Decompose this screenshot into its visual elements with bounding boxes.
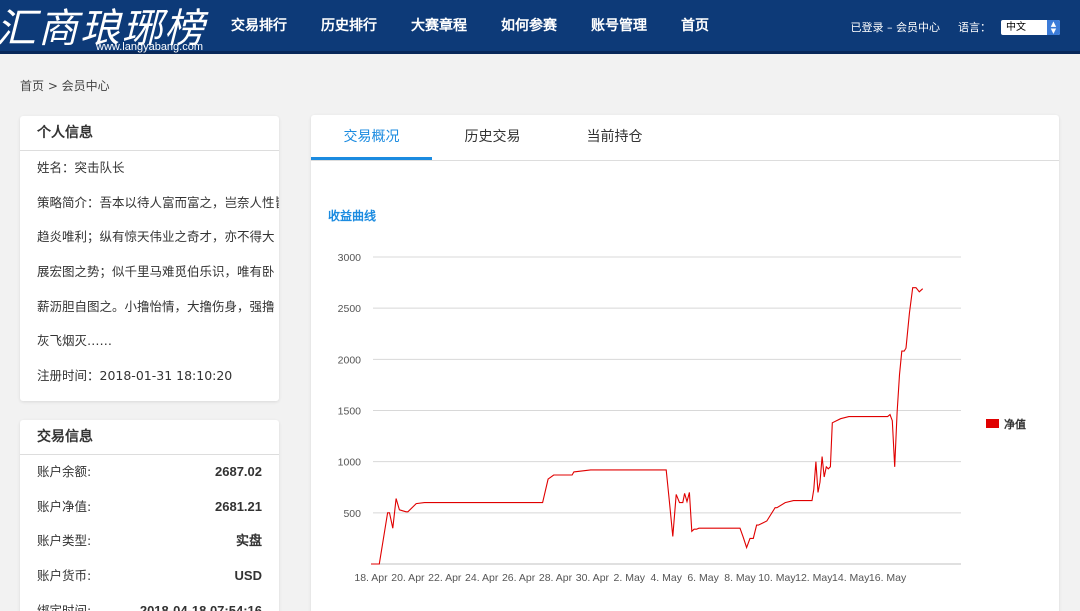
language-select[interactable]: 中文 ▲ ▼ [1001,19,1060,35]
nav-account-management[interactable]: 账号管理 [574,0,664,54]
trade-info-card: 交易信息 账户余额: 2687.02 账户净值: 2681.21 账户类型: 实盘 账… [20,420,279,611]
y-tick-label: 1000 [338,457,362,469]
nav-how-to-join[interactable]: 如何参赛 [484,0,574,54]
trade-row-currency: 账户货币: USD [37,567,262,602]
y-tick-label: 2000 [338,354,362,366]
info-name: 姓名：突击队长 [37,160,125,175]
trade-row-bind-time: 绑定时间: 2018-04-18 07:54:16 [37,602,262,611]
x-tick-label: 8. May [724,572,756,584]
series-line [371,287,924,565]
x-tick-label: 6. May [687,572,719,584]
language-label: 语言： [958,21,991,34]
language-value: 中文 [1006,21,1026,33]
info-strategy-line: 策略简介：吾本以待人富而富之，岂奈人性皆 [37,194,279,210]
x-tick-label: 20. Apr [391,572,425,584]
trade-label: 账户类型: [37,533,92,549]
x-tick-label: 10. May [758,572,796,584]
info-strategy-line: 薪沥胆自图之。小撸怡情，大撸伤身，强撸 [37,298,275,314]
nav-home[interactable]: 首页 [664,0,726,54]
trade-label: 账户余额: [37,464,92,479]
x-tick-label: 16. May [869,572,907,584]
info-strategy-line: 展宏图之势；似千里马难觅伯乐识，唯有卧 [37,264,275,280]
x-tick-label: 14. May [832,572,870,584]
equity-chart: 500 1000 1500 2000 2500 3000 18. Apr 20. Apr 22.… [338,252,1026,584]
trade-label: 绑定时间: [37,602,92,611]
select-arrows-icon: ▲ ▼ [1047,19,1060,35]
x-tick-label: 12. May [795,572,833,584]
x-tick-label: 30. Apr [576,572,610,584]
trade-value: 2681.21 [215,498,262,514]
x-tick-label: 4. May [650,572,682,584]
x-tick-label: 24. Apr [465,572,499,584]
member-center-link[interactable]: 已登录 – 会员中心 [851,19,941,35]
trade-row-type: 账户类型: 实盘 [37,532,262,567]
top-navigation-bar: 汇商琅琊榜 www.langyabang.com 交易排行 历史排行 大赛章程 … [0,0,1080,54]
trade-label: 账户货币: [37,568,92,584]
y-tick-label: 500 [343,508,361,520]
info-register-time: 注册时间：2018-01-31 18:10:20 [37,368,233,384]
personal-info-title: 个人信息 [20,116,279,151]
trade-value: 实盘 [235,533,262,549]
legend-swatch [986,419,999,428]
x-tick-label: 2. May [614,572,646,584]
nav-trade-ranking[interactable]: 交易排行 [214,0,304,54]
trade-value: USD [234,568,262,584]
y-tick-label: 2500 [338,303,362,315]
logo-url: www.langyabang.com [96,41,204,53]
trade-value: 2018-04-18 07:54:16 [139,602,262,611]
site-logo[interactable]: 汇商琅琊榜 www.langyabang.com [0,0,205,54]
main-nav: 交易排行 历史排行 大赛章程 如何参赛 账号管理 首页 [214,0,726,54]
x-tick-label: 18. Apr [354,572,388,584]
trade-label: 账户净值: [37,498,92,514]
personal-info-card: 个人信息 姓名：突击队长 策略简介：吾本以待人富而富之，岂奈人性皆 趋炎唯利；纵… [20,116,279,401]
nav-contest-rules[interactable]: 大赛章程 [394,0,484,54]
info-strategy-line: 趋炎唯利；纵有惊天伟业之奇才，亦不得大 [37,229,275,245]
trade-value: 2687.02 [215,464,262,479]
info-strategy-line: 灰飞烟灭…… [37,333,113,349]
legend-label: 净值 [1004,417,1026,431]
x-tick-label: 28. Apr [539,572,573,584]
trade-row-equity: 账户净值: 2681.21 [37,498,262,533]
breadcrumb[interactable]: 首页 > 会员中心 [20,77,110,94]
y-tick-label: 3000 [338,252,362,264]
trade-info-title: 交易信息 [20,420,279,455]
x-tick-label: 26. Apr [502,572,536,584]
x-tick-label: 22. Apr [428,572,462,584]
trade-row-balance: 账户余额: 2687.02 [37,463,262,498]
y-tick-label: 1500 [338,406,362,418]
main-panel: 交易概况 历史交易 当前持仓 收益曲线 500 1000 1500 2000 2500 3… [311,115,1059,611]
nav-history-ranking[interactable]: 历史排行 [304,0,394,54]
user-area: 已登录 – 会员中心 语言： 中文 ▲ ▼ [851,0,1060,54]
